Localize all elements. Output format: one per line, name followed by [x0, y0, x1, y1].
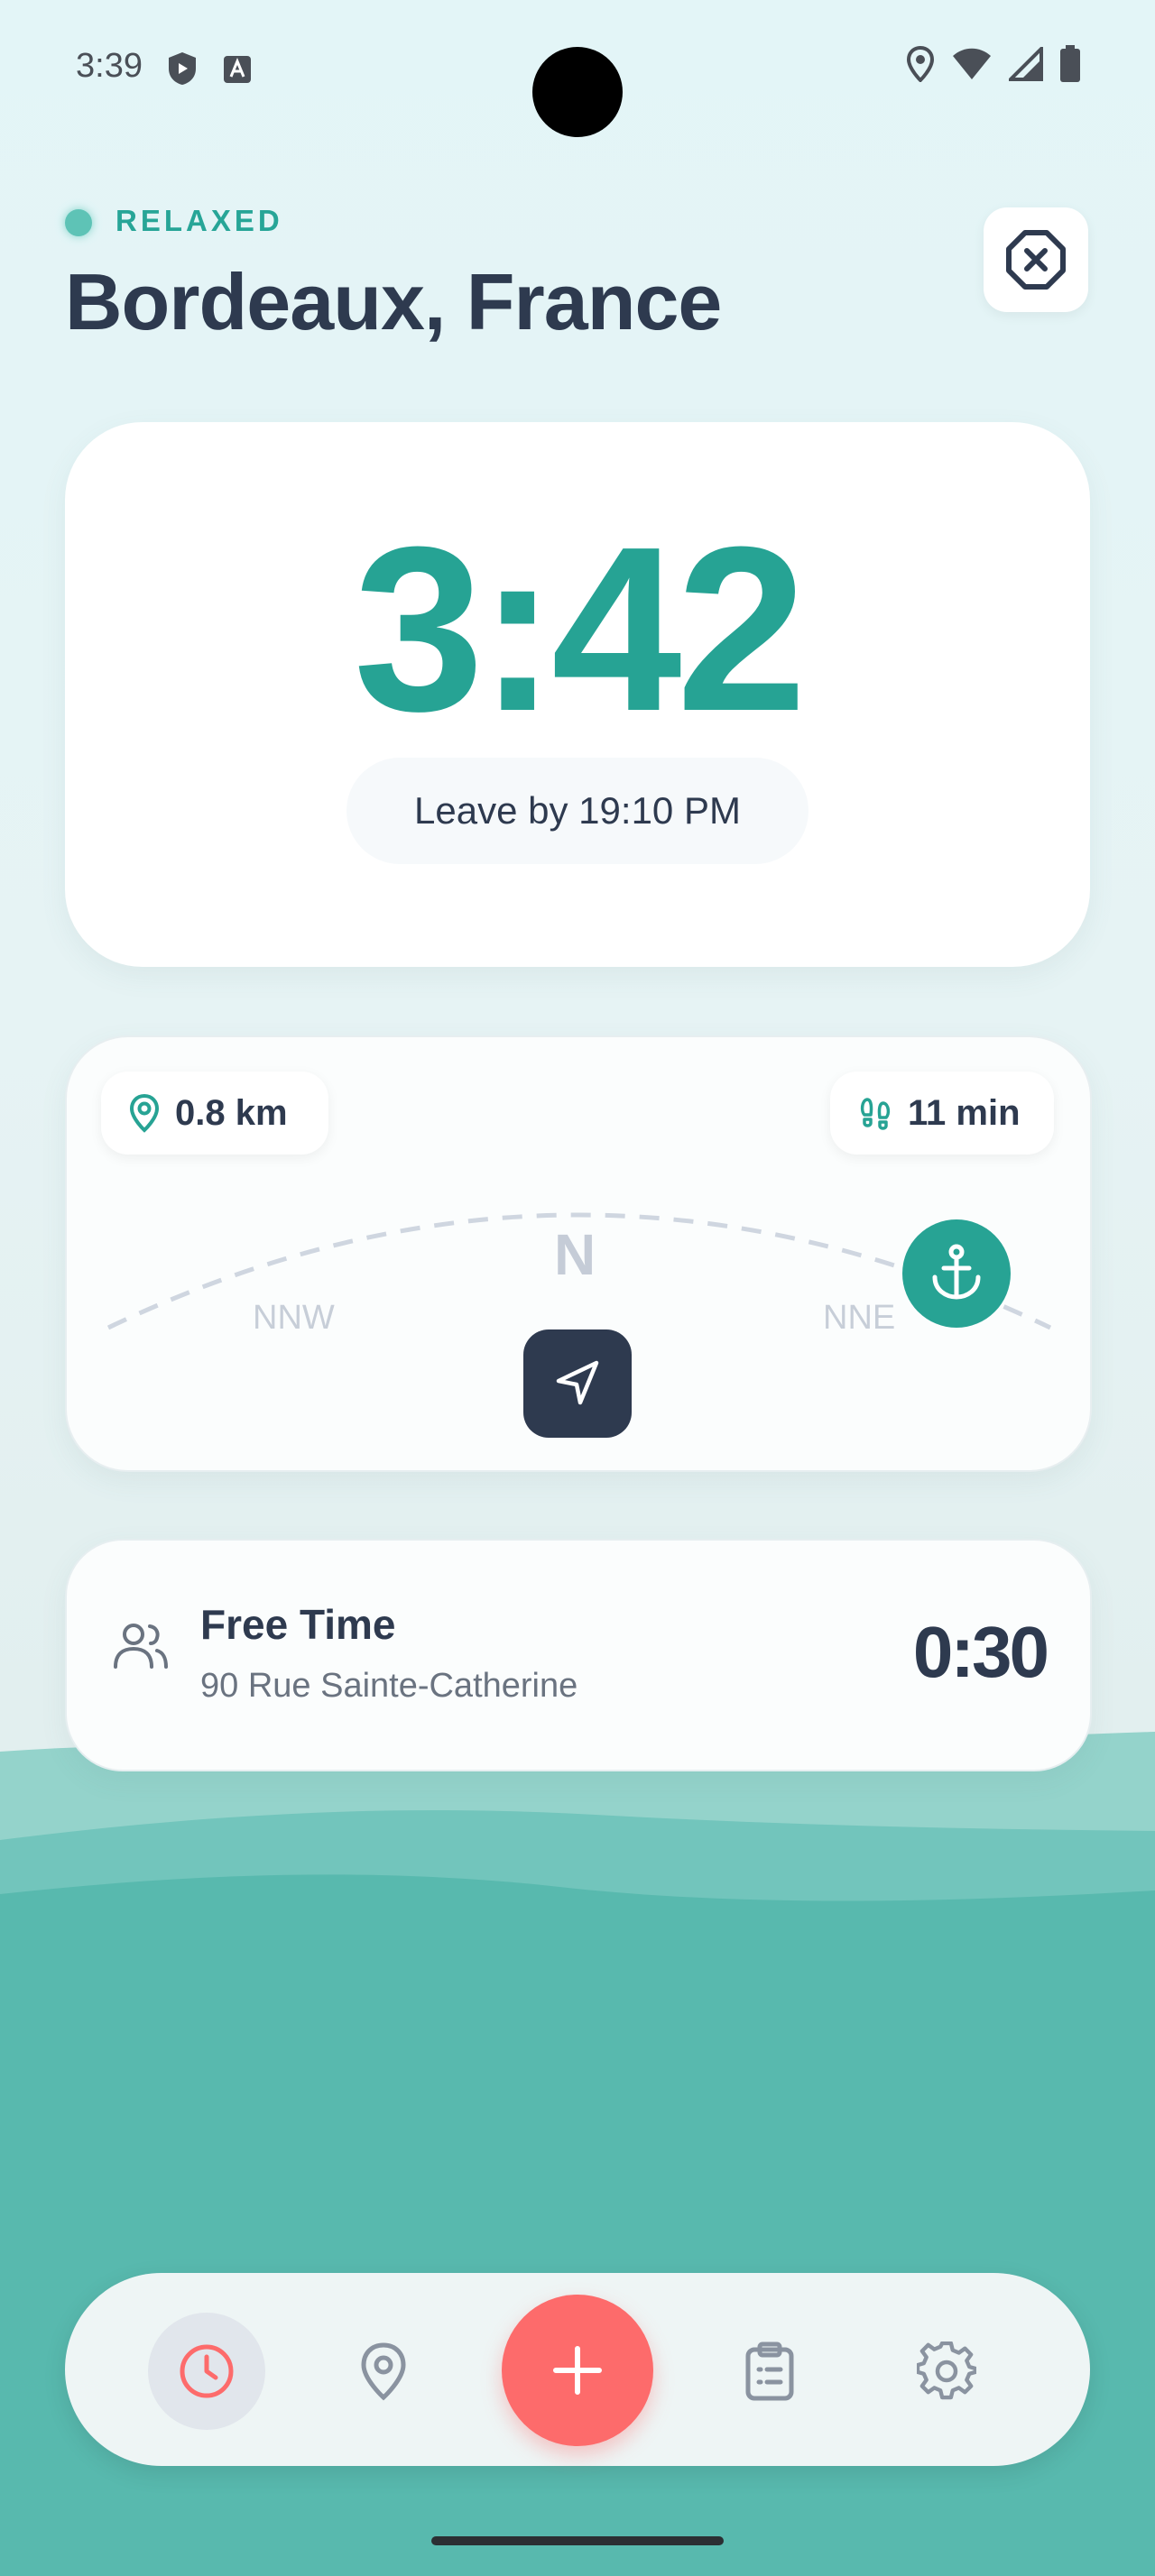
mood-label: RELAXED — [116, 204, 283, 237]
add-icon — [553, 2346, 602, 2395]
anchor-button[interactable] — [902, 1219, 1011, 1328]
nav-itinerary[interactable] — [711, 2313, 828, 2430]
distance-value: 0.8 km — [175, 1092, 288, 1133]
font-icon — [222, 54, 253, 89]
battery-icon — [1059, 45, 1081, 87]
bottom-navigation — [65, 2273, 1090, 2466]
walk-time-chip: 11 min — [830, 1072, 1054, 1155]
home-indicator — [431, 2536, 724, 2545]
direction-nnw: NNW — [253, 1299, 335, 1337]
leave-by-text: Leave by 19:10 PM — [414, 789, 741, 832]
activity-duration: 0:30 — [912, 1612, 1049, 1692]
group-icon — [114, 1624, 168, 1669]
mood-indicator-dot — [65, 209, 92, 236]
anchor-icon — [932, 1244, 981, 1300]
walk-time-value: 11 min — [908, 1092, 1021, 1133]
leave-by-pill: Leave by 19:10 PM — [346, 758, 808, 864]
location-icon — [906, 45, 935, 87]
navigation-arrow-icon — [556, 1360, 599, 1405]
clipboard-icon — [745, 2341, 794, 2401]
nav-timer[interactable] — [148, 2313, 265, 2430]
status-icons — [906, 44, 1081, 87]
close-circle-icon — [1006, 230, 1066, 290]
shield-icon — [166, 51, 199, 91]
activity-title: Free Time — [200, 1601, 396, 1648]
signal-icon — [1006, 44, 1043, 86]
countdown-timer: 3:42 — [353, 499, 807, 760]
status-time: 3:39 — [76, 47, 143, 85]
activity-address: 90 Rue Sainte-Catherine — [200, 1667, 578, 1705]
camera-cutout — [532, 47, 623, 137]
countdown-card: 3:42 Leave by 19:10 PM — [65, 422, 1090, 967]
nav-locations[interactable] — [325, 2313, 442, 2430]
settings-icon — [917, 2341, 976, 2400]
navigate-button[interactable] — [523, 1329, 632, 1438]
location-pin-icon — [361, 2342, 406, 2401]
direction-north: N — [554, 1222, 596, 1287]
page-title: Bordeaux, France — [65, 257, 722, 346]
location-pin-icon — [129, 1093, 160, 1133]
distance-chip: 0.8 km — [101, 1072, 328, 1155]
compass-card: 0.8 km 11 min N NNW NNE — [65, 1035, 1092, 1472]
direction-nne: NNE — [823, 1299, 896, 1337]
close-button[interactable] — [984, 207, 1088, 312]
nav-settings[interactable] — [888, 2313, 1005, 2430]
footprints-icon — [860, 1098, 891, 1130]
clock-icon — [180, 2344, 234, 2398]
next-activity-card[interactable]: Free Time 90 Rue Sainte-Catherine 0:30 — [65, 1539, 1092, 1771]
wifi-icon — [951, 47, 993, 86]
add-button[interactable] — [502, 2295, 653, 2446]
